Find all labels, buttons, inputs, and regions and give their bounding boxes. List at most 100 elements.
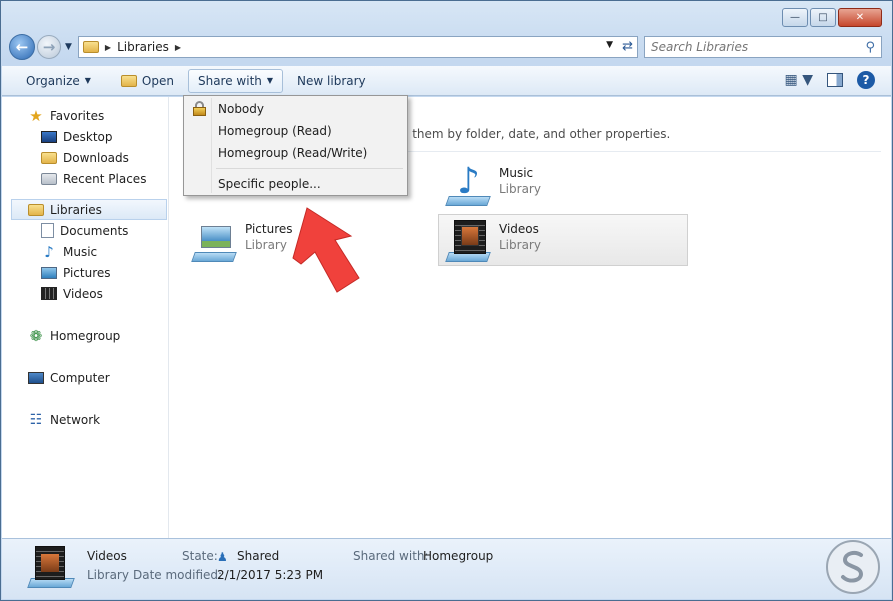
back-button[interactable]: ← (9, 34, 35, 60)
open-folder-icon (120, 74, 137, 87)
menu-item-label: Homegroup (Read) (218, 124, 332, 138)
nav-label: Desktop (63, 129, 113, 144)
pictures-library-icon (191, 218, 237, 264)
nav-libraries[interactable]: Libraries (11, 199, 167, 220)
search-icon[interactable]: ⚲ (865, 40, 875, 55)
nav-music[interactable]: ♪ Music (2, 241, 168, 262)
open-button[interactable]: Open (111, 69, 184, 93)
star-icon: ★ (29, 106, 43, 125)
nav-recent-places[interactable]: Recent Places (2, 168, 168, 189)
nav-desktop[interactable]: Desktop (2, 126, 168, 147)
downloads-folder-icon (41, 151, 57, 164)
state-label: State: (182, 549, 218, 563)
videos-icon (41, 287, 57, 300)
details-pane: Videos Library State: ♟ Shared Date modif… (2, 538, 891, 599)
watermark-logo-icon (826, 540, 880, 594)
shared-with-value: Homegroup (423, 549, 494, 563)
menu-item-specific-people[interactable]: Specific people... (186, 173, 405, 195)
chevron-down-icon: ▼ (266, 76, 274, 85)
explorer-window: — □ ✕ ← → ▼ ▶ Libraries ▶ ▼ ⇄ ⚲ Organize… (0, 0, 893, 601)
new-library-button[interactable]: New library (287, 69, 376, 93)
nav-label: Downloads (63, 150, 129, 165)
breadcrumb-libraries[interactable]: Libraries (117, 40, 169, 54)
nav-videos[interactable]: Videos (2, 283, 168, 304)
shared-with-label: Shared with: (353, 549, 429, 563)
library-tile-videos[interactable]: Videos Library (438, 214, 688, 266)
documents-icon (41, 223, 54, 238)
new-library-label: New library (297, 73, 366, 88)
nav-label: Network (50, 412, 101, 427)
library-type: Library (499, 238, 541, 252)
menu-item-nobody[interactable]: Nobody (186, 98, 405, 120)
search-box[interactable]: ⚲ (644, 36, 882, 58)
red-arrow-annotation (292, 207, 360, 293)
nav-favorites[interactable]: ★ Favorites (2, 105, 168, 126)
shared-users-icon: ♟ (217, 550, 228, 564)
search-input[interactable] (651, 40, 851, 54)
lock-icon (193, 101, 206, 116)
videos-library-icon (445, 218, 491, 264)
menu-item-label: Nobody (218, 102, 264, 116)
library-type: Library (499, 182, 541, 196)
nav-documents[interactable]: Documents (2, 220, 168, 241)
share-with-button[interactable]: Share with ▼ (187, 68, 284, 93)
maximize-button[interactable]: □ (810, 8, 836, 27)
forward-button[interactable]: → (37, 35, 61, 59)
breadcrumb-arrow-icon[interactable]: ▶ (105, 43, 111, 52)
libraries-icon (28, 203, 44, 216)
menu-item-label: Specific people... (218, 177, 321, 191)
library-tile-music[interactable]: ♪ Music Library (439, 159, 689, 211)
nav-downloads[interactable]: Downloads (2, 147, 168, 168)
nav-homegroup[interactable]: ❁ Homegroup (2, 325, 168, 346)
breadcrumb-arrow-icon[interactable]: ▶ (175, 43, 181, 52)
videos-thumbnail-icon (27, 544, 75, 592)
nav-network[interactable]: ☷ Network (2, 409, 168, 430)
date-modified-label: Date modified: (133, 568, 223, 582)
nav-label: Computer (50, 370, 110, 385)
network-icon: ☷ (29, 411, 43, 428)
open-label: Open (141, 73, 174, 88)
details-type: Library (87, 568, 129, 582)
libraries-folder-icon (82, 41, 99, 53)
nav-label: Recent Places (63, 171, 147, 186)
nav-label: Documents (60, 223, 129, 238)
refresh-icon[interactable]: ⇄ (622, 39, 633, 54)
change-view-icon[interactable]: ▦ ▼ (785, 72, 813, 88)
share-with-label: Share with (197, 73, 262, 88)
help-icon[interactable]: ? (857, 71, 875, 89)
nav-pictures[interactable]: Pictures (2, 262, 168, 283)
navigation-pane: ★ Favorites Desktop Downloads Recent Pla… (2, 97, 169, 538)
nav-label: Videos (63, 286, 103, 301)
minimize-button[interactable]: — (782, 8, 808, 27)
nav-computer[interactable]: Computer (2, 367, 168, 388)
homegroup-icon: ❁ (29, 326, 43, 345)
nav-label: Pictures (63, 265, 111, 280)
share-with-menu: Nobody Homegroup (Read) Homegroup (Read/… (183, 95, 408, 196)
nav-label: Homegroup (50, 328, 121, 343)
nav-label: Music (63, 244, 98, 259)
nav-label: Favorites (50, 108, 105, 123)
address-bar[interactable]: ▶ Libraries ▶ ▼ ⇄ (77, 36, 638, 58)
menu-item-label: Homegroup (Read/Write) (218, 146, 368, 160)
view-controls: ▦ ▼ ? (785, 71, 875, 89)
menu-separator (216, 168, 403, 169)
library-type: Library (245, 238, 287, 252)
state-value: ♟ Shared (217, 549, 279, 564)
music-note-icon: ♪ (44, 242, 54, 261)
library-name: Music (499, 166, 534, 180)
chevron-down-icon: ▼ (84, 76, 91, 85)
preview-pane-icon[interactable] (827, 73, 843, 87)
library-name: Pictures (245, 222, 293, 236)
menu-item-homegroup-read-write[interactable]: Homegroup (Read/Write) (186, 142, 405, 164)
recent-places-icon (41, 172, 57, 185)
organize-button[interactable]: Organize ▼ (16, 69, 101, 93)
recent-pages-dropdown-icon[interactable]: ▼ (65, 42, 72, 52)
organize-label: Organize (26, 73, 80, 88)
address-dropdown-icon[interactable]: ▼ (606, 40, 613, 50)
close-button[interactable]: ✕ (838, 8, 882, 27)
menu-item-homegroup-read[interactable]: Homegroup (Read) (186, 120, 405, 142)
